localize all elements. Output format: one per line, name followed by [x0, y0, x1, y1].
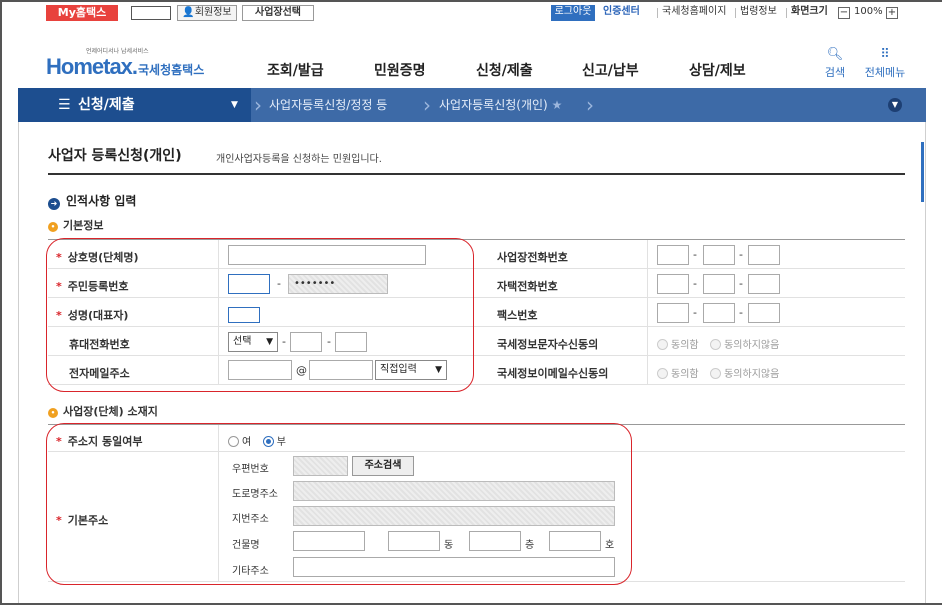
subsection-location: • 사업장(단체) 소재지	[48, 403, 158, 419]
dash: -	[739, 306, 743, 319]
search-label: 검색	[824, 66, 846, 79]
top-utility-bar: My홈택스 👤회원정보 사업장선택 로그아웃 인증센터 국세청홈페이지 법령정보…	[2, 2, 942, 24]
member-info-button[interactable]: 👤회원정보	[177, 5, 237, 21]
title-divider	[48, 173, 905, 175]
law-info-link[interactable]: 법령정보	[740, 5, 777, 21]
email-consent-label: 국세정보이메일수신동의	[497, 367, 609, 380]
email-disagree-radio[interactable]	[710, 368, 722, 379]
dash: -	[693, 277, 697, 290]
member-info-label: 회원정보	[194, 7, 232, 18]
section-title: 인적사항 입력	[66, 194, 137, 208]
highlight-circle	[46, 238, 474, 392]
cert-center-link[interactable]: 인증센터	[603, 5, 653, 21]
zoom-value: 100%	[854, 6, 883, 17]
main-header: 언제어디서나 납세서비스 Hometax. 국세청홈택스 조회/발급 민원증명 …	[2, 38, 942, 88]
breadcrumb-item-1[interactable]: 사업자등록신청/정정 등	[269, 88, 387, 122]
sms-consent-group: 동의함 동의하지않음	[657, 336, 787, 351]
my-hometax-button[interactable]: My홈택스	[46, 5, 118, 21]
nav-certificate[interactable]: 민원증명	[374, 60, 426, 80]
sms-disagree-radio[interactable]	[710, 339, 722, 350]
nav-consult[interactable]: 상담/제보	[689, 60, 746, 80]
chevron-right-icon: ›	[254, 93, 262, 117]
home-phone-2-input[interactable]	[703, 274, 735, 294]
biz-phone-2-input[interactable]	[703, 245, 735, 265]
biz-phone-label: 사업장전화번호	[497, 251, 568, 264]
sms-consent-label: 국세정보문자수신동의	[497, 338, 599, 351]
all-menu-button[interactable]: ⠿ 전체메뉴	[860, 48, 910, 80]
breadcrumb-item-2[interactable]: 사업자등록신청(개인) ★	[439, 88, 562, 122]
user-name-box	[131, 6, 171, 20]
logo-text: Hometax.	[46, 54, 138, 79]
fax-label: 팩스번호	[497, 309, 538, 322]
subsection-basic-info: • 기본정보	[48, 217, 103, 233]
radio-label: 동의하지않음	[724, 369, 780, 380]
caret-down-icon: ▼	[231, 100, 238, 110]
column-divider	[647, 240, 648, 385]
page-description: 개인사업자등록을 신청하는 민원입니다.	[216, 154, 382, 165]
zoom-in-button[interactable]: +	[886, 7, 898, 19]
biz-phone-1-input[interactable]	[657, 245, 689, 265]
fax-3-input[interactable]	[748, 303, 780, 323]
nav-tax-return[interactable]: 신고/납부	[582, 60, 639, 80]
home-phone-3-input[interactable]	[748, 274, 780, 294]
arrow-circle-icon: ➜	[48, 198, 60, 210]
divider	[735, 8, 736, 18]
biz-phone-3-input[interactable]	[748, 245, 780, 265]
divider	[657, 8, 658, 18]
email-consent-group: 동의함 동의하지않음	[657, 365, 787, 380]
dash: -	[693, 306, 697, 319]
radio-label: 동의하지않음	[724, 340, 780, 351]
subsection-title: 사업장(단체) 소재지	[63, 405, 158, 418]
person-icon: 👤	[182, 7, 195, 18]
browser-frame: My홈택스 👤회원정보 사업장선택 로그아웃 인증센터 국세청홈페이지 법령정보…	[0, 0, 942, 605]
magnifier-icon: 🔍︎	[826, 47, 844, 62]
expand-icon[interactable]: ▼	[888, 98, 902, 112]
nav-inquiry[interactable]: 조회/발급	[267, 60, 324, 80]
radio-label: 동의함	[671, 340, 699, 351]
subsection-title: 기본정보	[63, 219, 104, 232]
nav-application[interactable]: 신청/제출	[476, 60, 533, 80]
chevron-right-icon: ›	[423, 93, 431, 117]
grid-icon: ⠿	[880, 47, 890, 62]
page-title: 사업자 등록신청(개인)	[48, 148, 182, 164]
all-menu-label: 전체메뉴	[864, 66, 906, 79]
chevron-right-icon: ›	[586, 93, 594, 117]
home-phone-1-input[interactable]	[657, 274, 689, 294]
logout-button[interactable]: 로그아웃	[551, 5, 595, 21]
breadcrumb-label: 사업자등록신청(개인)	[439, 98, 548, 112]
fax-1-input[interactable]	[657, 303, 689, 323]
home-phone-label: 자택전화번호	[497, 280, 558, 293]
dash: -	[739, 248, 743, 261]
orange-circle-icon: •	[48, 222, 58, 232]
nts-homepage-link[interactable]: 국세청홈페이지	[662, 5, 726, 21]
logo-subtext: 국세청홈택스	[138, 63, 205, 77]
highlight-circle	[46, 423, 632, 585]
zoom-out-button[interactable]: −	[838, 7, 850, 19]
hometax-logo[interactable]: 언제어디서나 납세서비스 Hometax. 국세청홈택스	[46, 46, 216, 80]
fax-2-input[interactable]	[703, 303, 735, 323]
zoom-label: 화면크기	[791, 6, 828, 17]
content-border	[18, 122, 19, 603]
orange-circle-icon: •	[48, 408, 58, 418]
business-select-button[interactable]: 사업장선택	[242, 5, 314, 21]
section-personal-info: ➜ 인적사항 입력	[48, 192, 136, 210]
divider	[786, 8, 787, 18]
search-button[interactable]: 🔍︎ 검색	[823, 48, 847, 80]
location-bar: ☰ 신청/제출 ▼ › 사업자등록신청/정정 등 › 사업자등록신청(개인) ★…	[18, 88, 926, 122]
star-icon[interactable]: ★	[552, 98, 563, 112]
sms-agree-radio[interactable]	[657, 339, 668, 350]
location-menu-button[interactable]: ☰ 신청/제출 ▼	[18, 88, 251, 122]
radio-label: 동의함	[671, 369, 699, 380]
hamburger-icon: ☰	[58, 97, 71, 113]
email-agree-radio[interactable]	[657, 368, 668, 379]
content-border	[925, 122, 926, 603]
scrollbar-thumb[interactable]	[921, 142, 924, 202]
dash: -	[739, 277, 743, 290]
location-menu-label: 신청/제출	[78, 97, 135, 113]
dash: -	[693, 248, 697, 261]
